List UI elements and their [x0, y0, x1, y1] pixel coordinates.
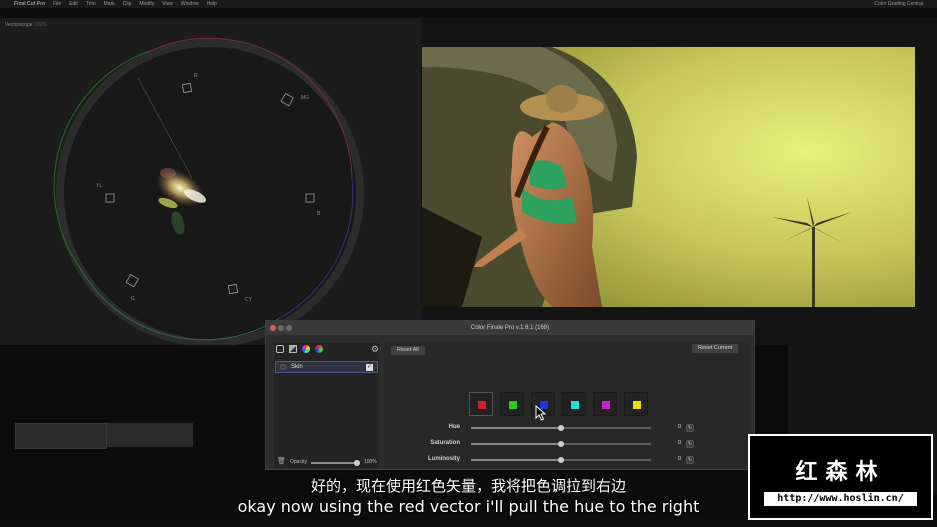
menu-item-view[interactable]: View [162, 1, 173, 7]
layers-icon[interactable] [276, 345, 284, 353]
vector-swatch-1[interactable] [500, 392, 524, 416]
menu-item-help[interactable]: Help [207, 1, 217, 7]
opacity-row: 🗑 Opacity 100% [274, 455, 379, 468]
vector-icon[interactable] [315, 345, 323, 353]
vector-swatch-5[interactable] [624, 392, 648, 416]
opacity-value: 100% [364, 459, 377, 465]
timeline-clip[interactable] [15, 423, 107, 449]
menu-bar: Final Cut Pro File Edit Trim Mark Clip Modify V… [0, 0, 937, 8]
opacity-label: Opacity [290, 459, 307, 465]
label-g: G [131, 296, 135, 302]
trash-icon[interactable]: 🗑 [277, 457, 286, 465]
color-wheel-icon[interactable] [302, 345, 310, 353]
luminosity-label: Luminosity [427, 456, 460, 462]
hue-reset-icon[interactable]: ↻ [686, 424, 694, 432]
menu-item-mark[interactable]: Mark [104, 1, 115, 7]
vector-swatch-4[interactable] [593, 392, 617, 416]
hue-slider-knob[interactable] [558, 425, 564, 431]
menu-item-file[interactable]: File [53, 1, 61, 7]
video-frame [422, 47, 915, 307]
swatch-color [602, 401, 610, 409]
minimize-button[interactable] [278, 325, 284, 331]
menu-item-clip[interactable]: Clip [123, 1, 132, 7]
label-cy: CY [245, 297, 253, 303]
hue-value: 0 [678, 424, 682, 430]
luminosity-value: 0 [678, 456, 682, 462]
layer-toggle[interactable] [280, 364, 286, 370]
menu-item-edit[interactable]: Edit [69, 1, 78, 7]
video-image [422, 47, 915, 307]
layer-row[interactable]: Skin ✓ [275, 361, 378, 373]
menu-item-window[interactable]: Window [181, 1, 199, 7]
zoom-button[interactable] [286, 325, 292, 331]
layers-panel: ⚙ Skin ✓ 🗑 Opacity 100% [274, 343, 379, 468]
saturation-slider-knob[interactable] [558, 441, 564, 447]
layer-name: Skin [291, 364, 303, 370]
opacity-knob[interactable] [354, 460, 360, 466]
saturation-label: Saturation [430, 440, 460, 446]
timeline-clips[interactable] [15, 423, 193, 449]
timeline-clip[interactable] [107, 423, 193, 447]
gear-icon[interactable]: ⚙ [371, 345, 379, 354]
watermark: 红森林 http://www.hoslin.cn/ [748, 434, 933, 520]
close-button[interactable] [270, 325, 276, 331]
menu-item-trim[interactable]: Trim [86, 1, 96, 7]
vector-swatch-3[interactable] [562, 392, 586, 416]
curves-icon[interactable] [289, 345, 297, 353]
color-finale-window: Color Finale Pro v.1.6.1 (169) ⚙ Skin ✓ … [265, 320, 755, 470]
vectorscope-graph: R MG B CY G YL [53, 37, 364, 345]
watermark-url: http://www.hoslin.cn/ [764, 492, 917, 506]
luminosity-reset-icon[interactable]: ↻ [686, 456, 694, 464]
label-r: R [194, 73, 198, 79]
hue-slider-fill [471, 427, 561, 429]
vector-swatch-0[interactable] [469, 392, 493, 416]
saturation-slider[interactable] [471, 441, 651, 447]
reset-current-button[interactable]: Reset Current [692, 344, 739, 353]
reset-all-button[interactable]: Reset All [391, 346, 425, 355]
opacity-slider[interactable] [311, 460, 360, 466]
luminosity-slider-knob[interactable] [558, 457, 564, 463]
saturation-slider-fill [471, 443, 561, 445]
layer-checkbox[interactable]: ✓ [366, 364, 373, 371]
luminosity-slider[interactable] [471, 457, 651, 463]
vectorscope-outer-ring [56, 39, 364, 345]
saturation-reset-icon[interactable]: ↻ [686, 440, 694, 448]
swatch-color [478, 401, 486, 409]
hue-label: Hue [448, 424, 460, 430]
opacity-fill [311, 462, 357, 464]
luminosity-slider-fill [471, 459, 561, 461]
plugin-title: Color Finale Pro v.1.6.1 (169) [470, 325, 550, 331]
swatch-color [571, 401, 579, 409]
saturation-value: 0 [678, 440, 682, 446]
plugin-titlebar[interactable]: Color Finale Pro v.1.6.1 (169) [266, 321, 754, 335]
vectorscope-panel: Vectorscope 100% R MG B CY G YL [0, 18, 421, 345]
label-mg: MG [301, 95, 309, 101]
menu-item-modify[interactable]: Modify [139, 1, 154, 7]
swatch-color [509, 401, 517, 409]
menubar-right-text: Color Grading Central [874, 1, 923, 7]
vector-controls-panel: Reset All Reset Current Hue 0 ↻ Saturation 0… [384, 343, 749, 468]
swatch-color [633, 401, 641, 409]
hue-slider[interactable] [471, 425, 651, 431]
viewer-panel [421, 18, 937, 345]
label-yl: YL [96, 183, 102, 189]
watermark-title: 红森林 [795, 460, 886, 485]
menu-item-final-cut-pro[interactable]: Final Cut Pro [14, 1, 45, 7]
mouse-cursor-icon [535, 405, 547, 421]
